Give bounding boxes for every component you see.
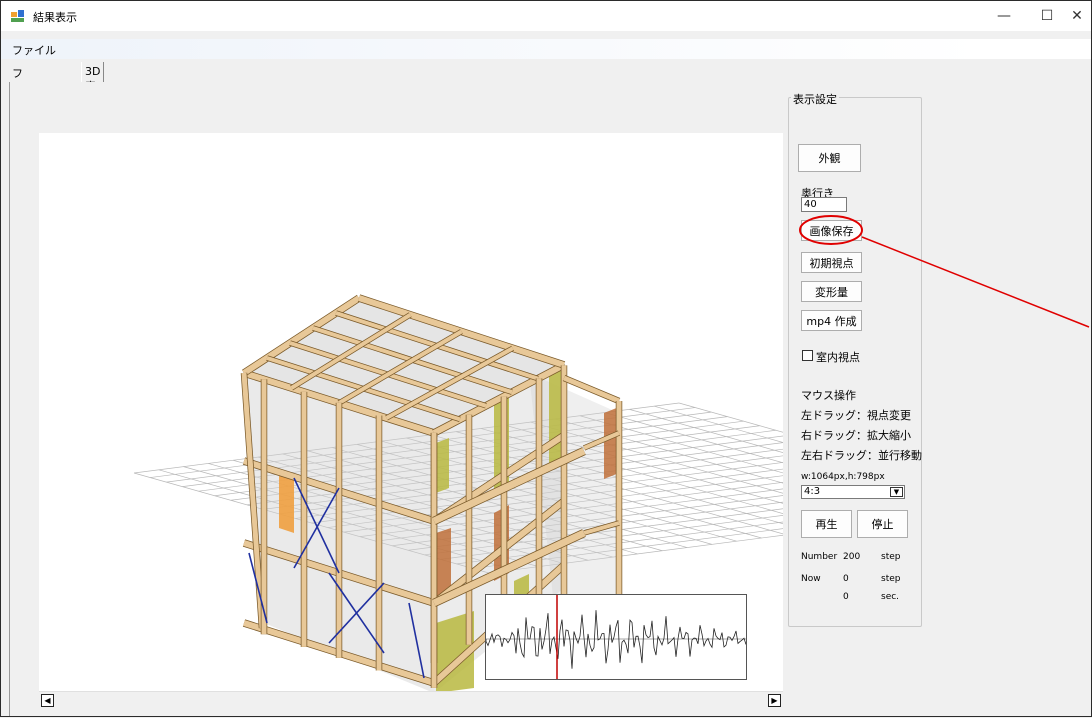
menu-file[interactable]: ファイル — [12, 42, 56, 58]
now-step-unit: step — [881, 574, 901, 584]
app-icon — [11, 10, 24, 22]
close-button[interactable]: ✕ — [1062, 1, 1092, 31]
number-unit: step — [881, 552, 901, 562]
deformation-button[interactable]: 変形量 — [801, 281, 862, 302]
now-label: Now — [801, 574, 821, 584]
minimize-button[interactable]: — — [981, 1, 1027, 31]
initial-view-button[interactable]: 初期視点 — [801, 252, 862, 273]
now-sec-value: 0 — [843, 592, 849, 602]
aspect-ratio-value: 4:3 — [804, 486, 821, 497]
exterior-button[interactable]: 外観 — [798, 144, 861, 172]
tab-file-select[interactable]: ファイル選択 — [9, 62, 26, 160]
waveform-line — [485, 610, 747, 669]
aspect-ratio-select[interactable]: 4:3 ▼ — [801, 485, 905, 499]
mouse-left-drag-text: 左ドラッグ：視点変更 — [801, 409, 911, 422]
scroll-right-arrow[interactable]: ▶ — [768, 694, 781, 707]
depth-input[interactable]: 40 — [801, 197, 847, 212]
save-image-button[interactable]: 画像保存 — [801, 220, 862, 241]
result-window: 結果表示 — ☐ ✕ ファイル ファイル選択 3D表示 ◀ ▶ 表示設定 外観 … — [0, 0, 1092, 717]
waveform-panel — [485, 594, 747, 680]
stop-button[interactable]: 停止 — [857, 510, 908, 538]
number-value: 200 — [843, 552, 861, 562]
indoor-view-label: 室内視点 — [816, 351, 860, 364]
scroll-left-arrow[interactable]: ◀ — [41, 694, 54, 707]
mouse-ops-heading: マウス操作 — [801, 389, 856, 402]
now-step-value: 0 — [843, 574, 849, 584]
now-sec-unit: sec. — [881, 592, 900, 602]
indoor-view-checkbox[interactable] — [802, 350, 813, 361]
tab-3d-view[interactable]: 3D表示 — [81, 62, 105, 109]
number-label: Number — [801, 552, 838, 562]
title-bar: 結果表示 — ☐ ✕ — [1, 1, 1091, 31]
menu-bar: ファイル — [1, 39, 1091, 59]
mp4-create-button[interactable]: mp4 作成 — [801, 310, 862, 331]
image-size-text: w:1064px,h:798px — [801, 472, 885, 482]
window-title: 結果表示 — [33, 11, 77, 24]
horizontal-scrollbar[interactable]: ◀ ▶ — [39, 691, 783, 708]
waveform-chart — [485, 595, 747, 679]
play-button[interactable]: 再生 — [801, 510, 852, 538]
mouse-right-drag-text: 右ドラッグ：拡大縮小 — [801, 429, 911, 442]
mouse-both-drag-text: 左右ドラッグ：並行移動 — [801, 449, 922, 462]
display-settings-title: 表示設定 — [791, 91, 839, 107]
chevron-down-icon[interactable]: ▼ — [890, 487, 903, 497]
